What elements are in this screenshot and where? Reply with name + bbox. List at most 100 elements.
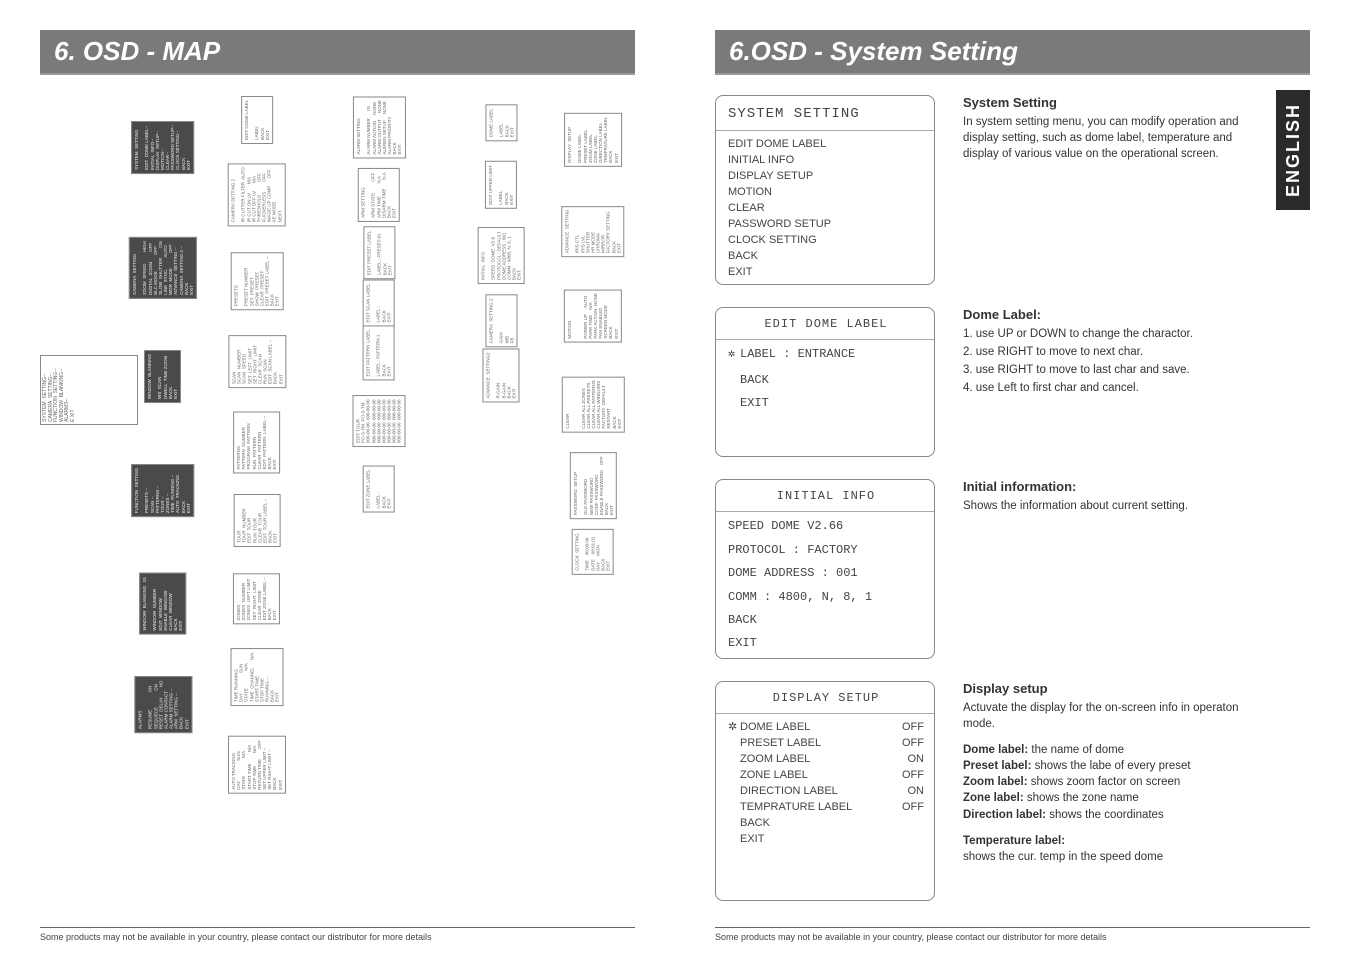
row-value: OFF — [902, 720, 924, 736]
desc-step: 4. use Left to first char and cancel. — [963, 380, 1255, 396]
map-block: EDIT PATTERN LABEL LABEL : PATTERN-1 BAC… — [363, 325, 395, 380]
desc-label: Direction label: — [963, 809, 1046, 821]
map-block: ALARMS RESUME ON SEQUECE ON RESET DELAY … — [134, 677, 192, 734]
row-label: DOME LABEL — [740, 720, 810, 736]
list-item: EDIT DOME LABEL — [728, 137, 924, 153]
map-block: ADVANCE SETTING IRIS CTL IRIS LVL SHUTTE… — [562, 205, 625, 256]
display-setup-title: DISPLAY SETUP — [728, 690, 924, 711]
map-block: EDIT SCAN LABEL LABEL : BACK EXIT — [363, 279, 395, 326]
map-block: DOME LABEL LABEL BACK EXIT — [485, 105, 517, 142]
map-block: EDIT TOUR PO-S-TM PO-S-TM 000-00-00 000-… — [353, 395, 406, 447]
list-item: CLEAR — [728, 201, 924, 217]
info-line: COMM : 4800, N, 8, 1 — [728, 589, 924, 606]
initial-info-panel: INITIAL INFO SPEED DOME V2.66 PROTOCOL :… — [715, 479, 935, 659]
map-block: INITIAL INFO SPEED DOME V2.8 PROTOCOL : … — [477, 228, 524, 285]
desc-text: shows the cur. temp in the speed dome — [963, 849, 1255, 865]
exit-label: EXIT — [728, 395, 924, 412]
desc-label: Zoom label: — [963, 776, 1028, 788]
desc-text: Shows the information about current sett… — [963, 498, 1255, 514]
map-block: TIME RUNNING DAY SUN STATE N/A TIME CHAN… — [231, 648, 284, 706]
map-col-5: DISPLAY SETUP DOME LABEL PRESET LABEL ZO… — [550, 95, 636, 855]
display-setup-panel: DISPLAY SETUP DOME LABEL OFF PRESET LABEL… — [715, 681, 935, 901]
exit-label: EXIT — [728, 832, 924, 848]
exit-label: EXIT — [728, 635, 924, 652]
map-col-3: ALARM SETTING ALARM NUMBER 01 ALARM ACTI… — [336, 95, 422, 855]
desc-label: Dome label: — [963, 744, 1028, 756]
info-line: DOME ADDRESS : 001 — [728, 565, 924, 582]
map-block: EDIT UPPER LIMIT LABEL BACK EXIT — [485, 161, 517, 209]
dome-label-title: EDIT DOME LABEL — [728, 316, 924, 337]
desc-text: shows the coordinates — [1046, 809, 1164, 821]
map-block: EDIT PRESET LABEL LABEL : PRESET-01 BACK… — [363, 227, 395, 280]
desc-step: 3. use RIGHT to move to last char and sa… — [963, 362, 1255, 378]
list-item: EXIT — [728, 265, 924, 281]
map-block: SCAN SCAN NUMBER SCAN SPEED SET LEFT LIM… — [228, 336, 286, 389]
desc-label: Preset label: — [963, 760, 1031, 772]
map-block: EDIT ZONE LABEL LABEL : BACK EXIT — [363, 465, 395, 512]
desc-heading: Dome Label: — [963, 307, 1255, 322]
map-block: AUTO TRACKING DAY SUN STATE N/A START TI… — [228, 736, 286, 794]
footer-left: Some products may not be available in yo… — [40, 927, 635, 942]
row-value: ON — [908, 784, 925, 800]
system-setting-panel: SYSTEM SETTING EDIT DOME LABEL INITIAL I… — [715, 95, 935, 285]
row-label: ZONE LABEL — [740, 768, 808, 784]
map-block: ADVANCE SETTING2 R-GAIN B-GAIN BACK EXIT — [482, 349, 519, 403]
desc-step: 1. use UP or DOWN to change the characto… — [963, 326, 1255, 342]
initial-info-desc: Initial information: Shows the informati… — [963, 479, 1255, 659]
map-block: TOUR TOUR NUMBER EDIT TOUR RUN TOUR CLEA… — [233, 495, 280, 548]
map-block: CLOCK SETTING TIME 00:00:00 DATE 08:01:0… — [572, 529, 614, 575]
desc-heading: Initial information: — [963, 479, 1255, 494]
row-value: OFF — [902, 768, 924, 784]
desc-label: Temperature label: — [963, 835, 1065, 847]
list-item: MOTION — [728, 185, 924, 201]
back-label: BACK — [728, 612, 924, 629]
desc-text: the name of dome — [1028, 744, 1124, 756]
map-col-1: SYSTEM SETTING EDIT DOME LABEL-- INITIAL… — [120, 95, 206, 855]
footer-right: Some products may not be available in yo… — [715, 927, 1310, 942]
dome-label-desc: Dome Label: 1. use UP or DOWN to change … — [963, 307, 1255, 457]
desc-text: shows zoom factor on screen — [1028, 776, 1181, 788]
list-item: DISPLAY SETUP — [728, 169, 924, 185]
map-block: PATTERNS PATTERN NUMBER PROGRAM PATTERN … — [233, 412, 280, 474]
map-col-4: DOME LABEL LABEL BACK EXIT EDIT UPPER LI… — [458, 95, 544, 855]
page-right: 6.OSD - System Setting ENGLISH SYSTEM SE… — [675, 0, 1350, 954]
map-block: SYSTEM SETTING EDIT DOME LABEL-- INITIAL… — [132, 121, 195, 174]
list-item: PASSWORD SETUP — [728, 217, 924, 233]
map-block: ZONES ZONES NUMBER ZONES LEFT LIMIT SET … — [233, 573, 280, 624]
row-value: OFF — [902, 800, 924, 816]
map-block: DISPLAY SETUP DOME LABEL PRESET LABEL ZO… — [564, 113, 622, 167]
map-block: ALARM SETTING ALARM NUMBER 01 ALARM ACTI… — [353, 96, 406, 158]
list-item: INITIAL INFO — [728, 153, 924, 169]
desc-label: Zone label: — [963, 792, 1024, 804]
display-setup-desc: Display setup Actuvate the display for t… — [963, 681, 1255, 901]
desc-text: shows the labe of every preset — [1031, 760, 1190, 772]
map-block: MOTION POWER UP AUTO PARK TIME N/A PARK … — [564, 289, 622, 342]
row-label: TEMPRATURE LABEL — [740, 800, 852, 816]
map-block: ARM SETTING ARM STATE OFF ARM TIME N.A D… — [358, 168, 400, 222]
map-block: FUNCTION SETTING PRESETS -- SCAN -- PATT… — [132, 464, 195, 517]
map-block: CAMERA SETTING ZOOM SPEED HIGH DIGITAL Z… — [129, 238, 197, 300]
map-block: CAMERA SETTING 2 IR CUTTER FILTER AUTO I… — [228, 163, 286, 226]
right-title: 6.OSD - System Setting — [715, 30, 1310, 75]
map-block: CLEAR CLEAR ALL ZONES CLEAR ALL PRESETS … — [562, 376, 625, 432]
dome-label-panel: EDIT DOME LABEL LABEL : ENTRANCE BACK EX… — [715, 307, 935, 457]
map-block: CAMERA SETTING 2 GAIN WB FB — [485, 295, 517, 348]
system-setting-desc: System Setting In system setting menu, y… — [963, 95, 1255, 285]
info-line: SPEED DOME V2.66 — [728, 518, 924, 535]
list-item: BACK — [728, 249, 924, 265]
system-setting-title: SYSTEM SETTING — [728, 104, 924, 128]
map-block: WINDOW BLANKING 01 WINDOW NUMBER EDIT WI… — [139, 573, 186, 635]
osd-map: SYSTEM SETTING-- CAMERA SETTING-- FUNCTI… — [40, 95, 635, 855]
desc-step: 2. use RIGHT to move to next char. — [963, 344, 1255, 360]
dome-label-value: LABEL : ENTRANCE — [728, 346, 924, 363]
back-label: BACK — [728, 372, 924, 389]
row-value: OFF — [902, 736, 924, 752]
left-title: 6. OSD - MAP — [40, 30, 635, 75]
back-label: BACK — [728, 816, 924, 832]
desc-text: Actuvate the display for the on-screen i… — [963, 700, 1255, 732]
row-value: ON — [908, 752, 925, 768]
language-tab: ENGLISH — [1276, 90, 1310, 210]
desc-heading: Display setup — [963, 681, 1255, 696]
row-label: PRESET LABEL — [740, 736, 821, 752]
desc-text: shows the zone name — [1024, 792, 1139, 804]
